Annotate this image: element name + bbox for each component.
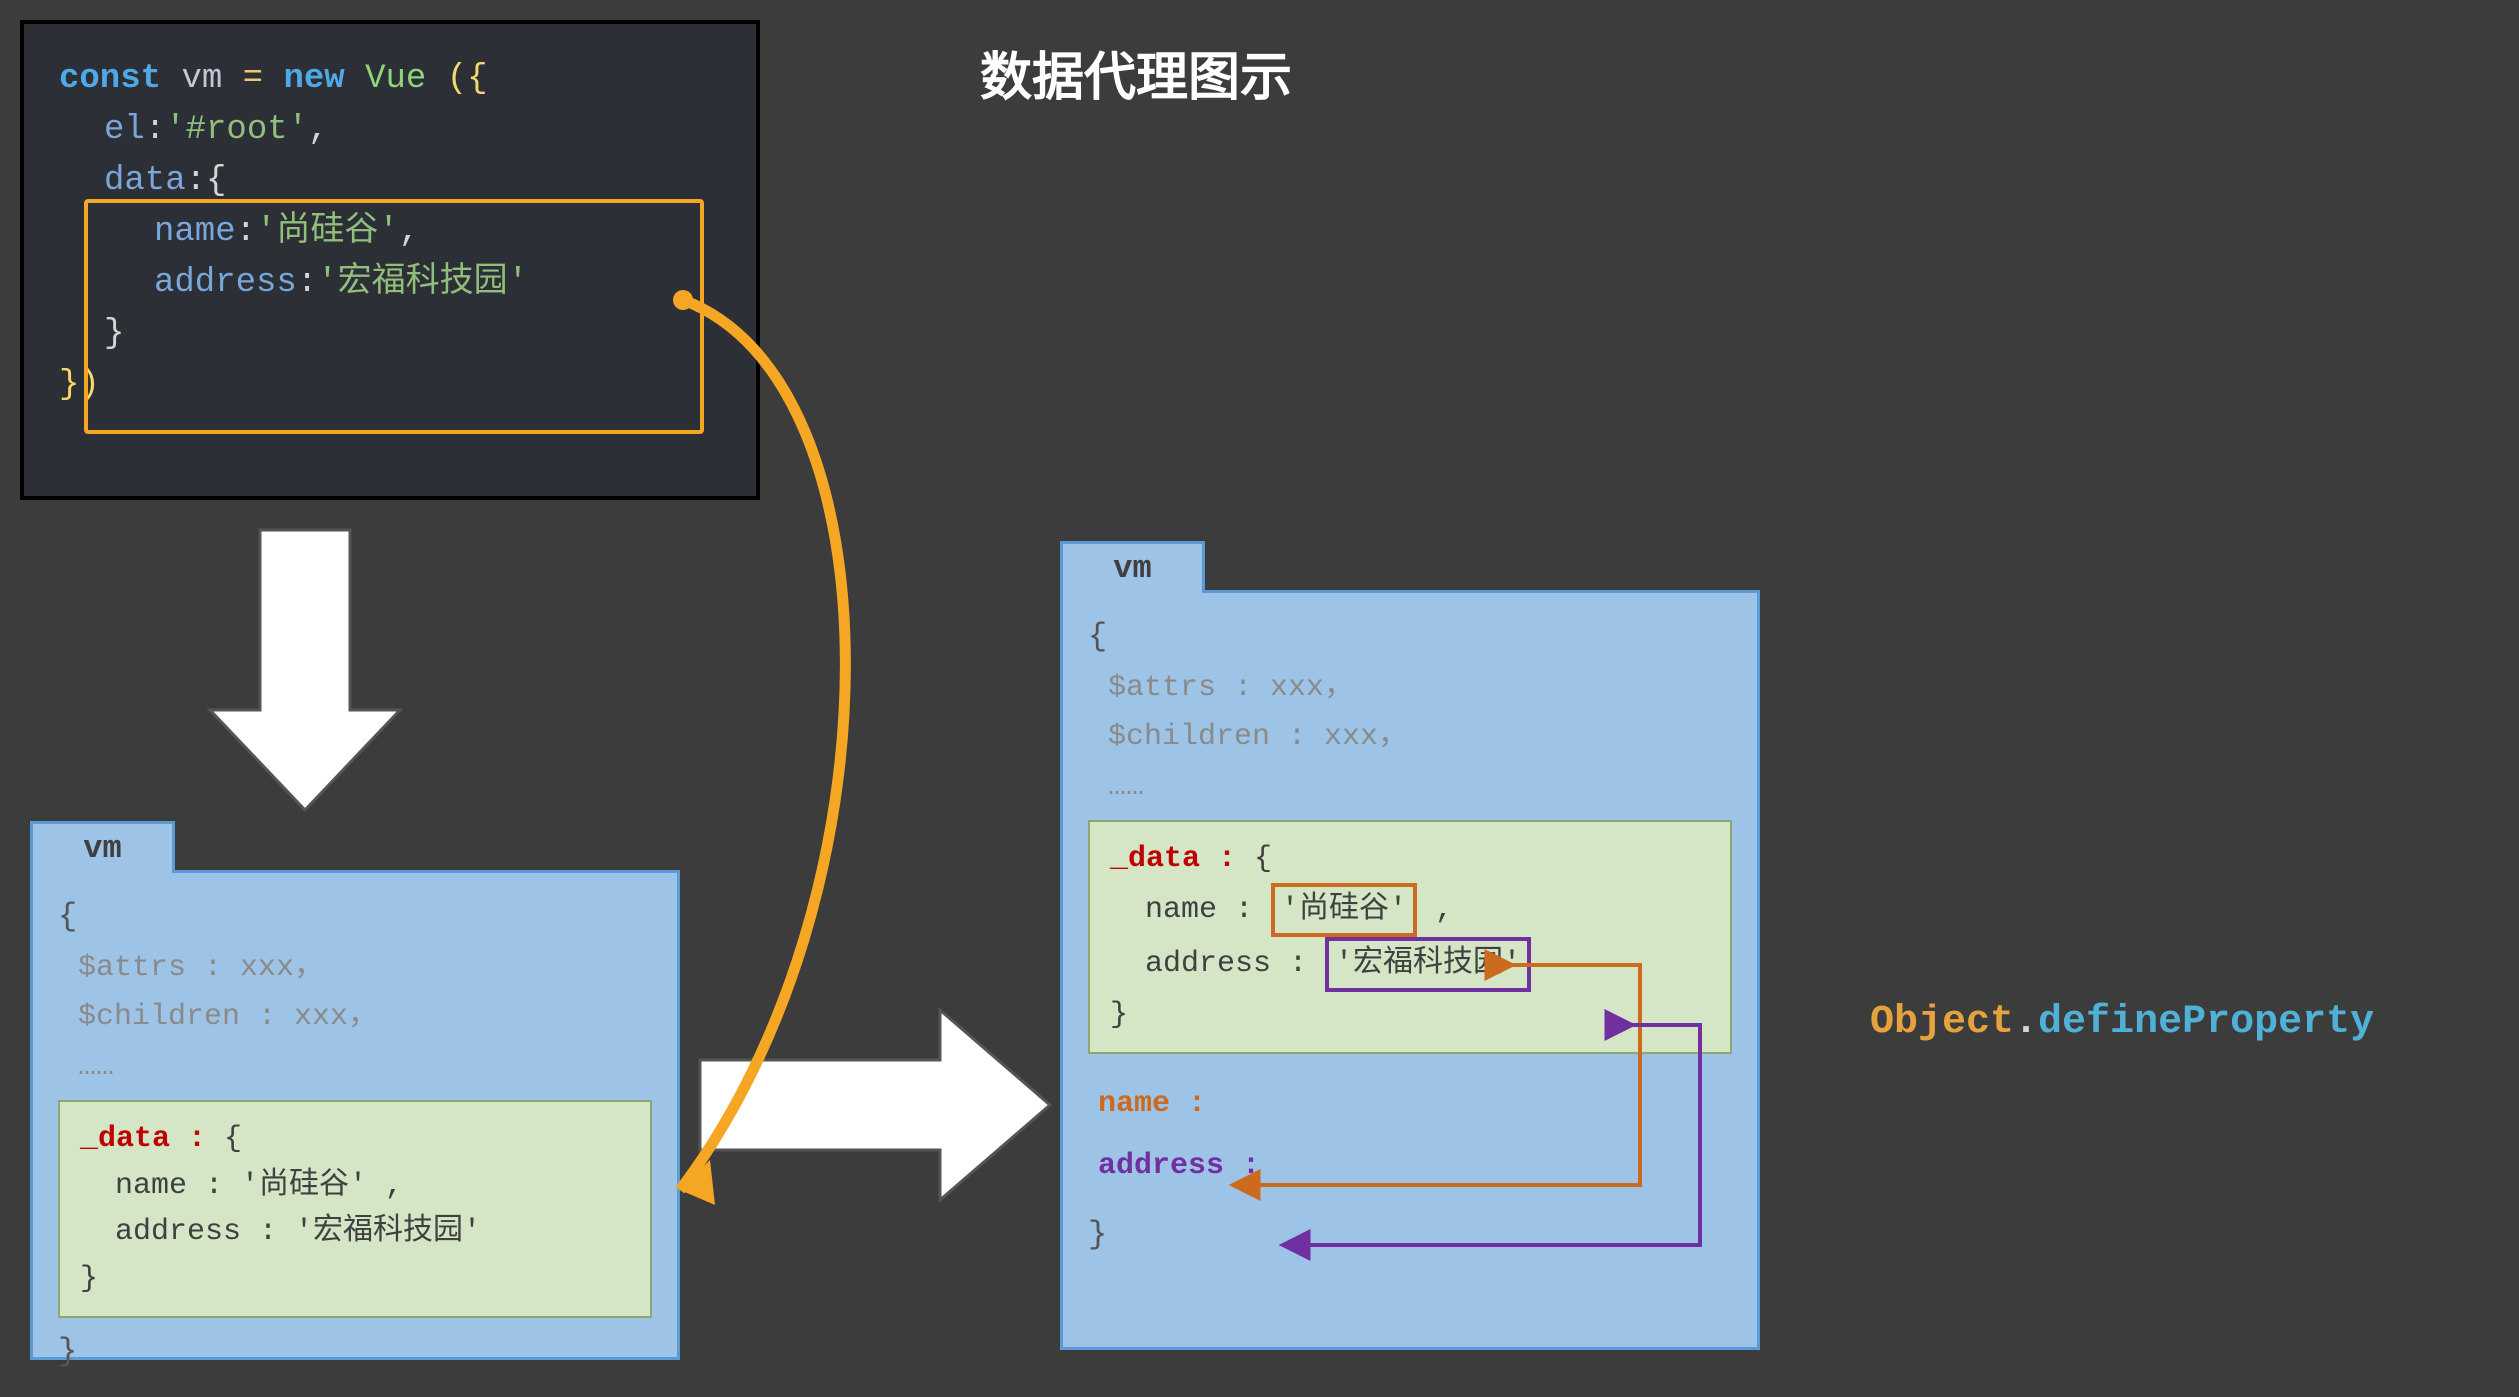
code-rparen: }): [59, 366, 100, 404]
kw-new: new: [283, 60, 344, 98]
vm-left-data-panel: _data : { name : '尚硅谷' , address : '宏福科技…: [58, 1100, 652, 1318]
kw-const: const: [59, 60, 161, 98]
code-address-key: address: [154, 264, 297, 302]
vm-left-address-line: address : '宏福科技园': [80, 1209, 630, 1256]
vm-right-brace-close: }: [1088, 1209, 1732, 1262]
obj-dot: .: [2014, 1000, 2038, 1045]
vm-right-data-close: }: [1110, 992, 1710, 1039]
diagram-title: 数据代理图示: [980, 35, 1292, 111]
vm-left-tab: vm: [30, 821, 175, 873]
vm-right-children: $children : xxx，: [1088, 713, 1732, 763]
vm-right-name-comma: ,: [1417, 893, 1453, 927]
vm-right-attrs: $attrs : xxx，: [1088, 664, 1732, 714]
code-comma: ,: [308, 111, 328, 149]
vm-right-brace-open: {: [1088, 611, 1732, 664]
vm-left-name-line: name : '尚硅谷' ,: [80, 1163, 630, 1210]
vm-right-ellipsis: ……: [1088, 763, 1732, 813]
vm-right-name-val: '尚硅谷': [1271, 883, 1417, 938]
code-data-open: :{: [186, 162, 227, 200]
vm-right-name-key: name :: [1145, 893, 1253, 927]
vm-left-children: $children : xxx，: [58, 993, 652, 1043]
obj-text: Object: [1870, 1000, 2014, 1045]
vm-right-address-key: address :: [1145, 947, 1307, 981]
vm-right-data-panel: _data : { name : '尚硅谷' , address : '宏福科技…: [1088, 820, 1732, 1054]
vm-left-data-close: }: [80, 1256, 630, 1303]
vm-right-proxy-address: address :: [1098, 1149, 1260, 1183]
code-vue-cls: Vue: [365, 60, 426, 98]
obj-method: defineProperty: [2038, 1000, 2374, 1045]
code-el-val: '#root': [165, 111, 308, 149]
code-name-key: name: [154, 213, 236, 251]
arrow-code-to-vm-left: [210, 530, 400, 810]
vm-left-attrs: $attrs : xxx，: [58, 944, 652, 994]
code-eq: =: [243, 60, 263, 98]
vm-right-box: vm { $attrs : xxx， $children : xxx， …… _…: [1060, 590, 1760, 1350]
vm-left-brace-close: }: [58, 1326, 652, 1379]
code-address-val: '宏福科技园': [317, 264, 528, 302]
code-lparen: ({: [447, 60, 488, 98]
code-vm-var: vm: [181, 60, 222, 98]
code-el-key: el: [104, 111, 145, 149]
vm-right-tab: vm: [1060, 541, 1205, 593]
arrow-vm-left-to-vm-right: [700, 1010, 1050, 1200]
vm-left-data-open: {: [206, 1122, 242, 1156]
code-comma2: ,: [399, 213, 419, 251]
vm-left-data-label: _data :: [80, 1122, 206, 1156]
object-define-property-label: Object.defineProperty: [1870, 1000, 2374, 1045]
code-data-close: }: [104, 315, 124, 353]
vm-right-address-val: '宏福科技园': [1325, 937, 1531, 992]
code-name-val: '尚硅谷': [256, 213, 399, 251]
vm-right-data-label: _data :: [1110, 842, 1236, 876]
vm-left-ellipsis: ……: [58, 1043, 652, 1093]
vm-left-brace-open: {: [58, 891, 652, 944]
vm-right-proxy-name: name :: [1098, 1087, 1206, 1121]
code-block: const vm = new Vue ({ el:'#root', data:{…: [20, 20, 760, 500]
vm-left-box: vm { $attrs : xxx， $children : xxx， …… _…: [30, 870, 680, 1360]
code-data-key: data: [104, 162, 186, 200]
vm-right-data-open: {: [1236, 842, 1272, 876]
